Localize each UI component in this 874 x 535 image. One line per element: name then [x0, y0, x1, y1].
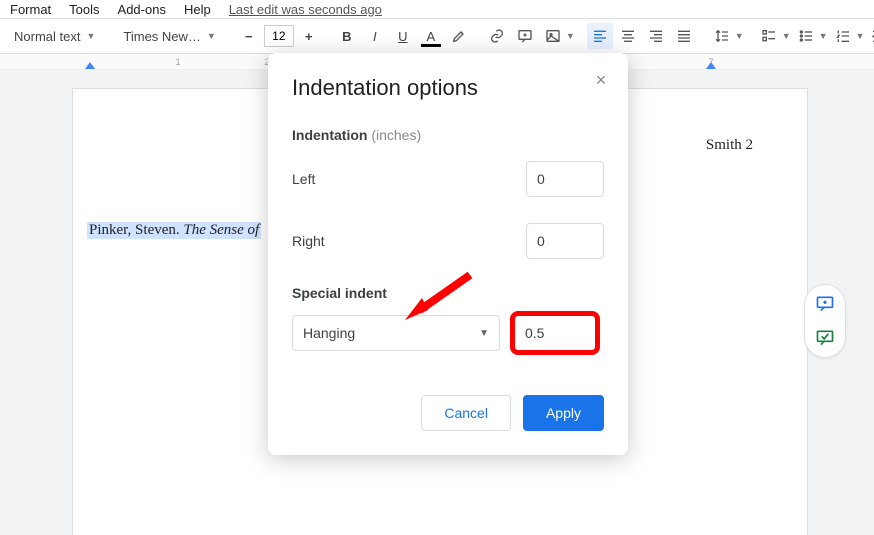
chevron-down-icon: ▼ — [207, 31, 216, 41]
checklist-button[interactable] — [756, 23, 782, 49]
align-left-button[interactable] — [587, 23, 613, 49]
close-icon: × — [596, 70, 607, 90]
chevron-down-icon[interactable]: ▼ — [819, 31, 828, 41]
numbered-list-icon — [835, 28, 851, 44]
apply-button[interactable]: Apply — [523, 395, 604, 431]
special-indent-select[interactable]: Hanging ▼ — [292, 315, 500, 351]
font-size-decrease-button[interactable]: − — [236, 23, 262, 49]
indent-marker-right[interactable] — [706, 62, 716, 69]
chevron-down-icon[interactable]: ▼ — [782, 31, 791, 41]
font-size-input[interactable] — [264, 25, 294, 47]
align-center-button[interactable] — [615, 23, 641, 49]
page-header-text[interactable]: Smith 2 — [706, 137, 753, 154]
highlight-button[interactable] — [446, 23, 472, 49]
close-button[interactable]: × — [590, 69, 612, 91]
line-spacing-icon — [714, 28, 730, 44]
indentation-section-label: Indentation (inches) — [292, 127, 604, 143]
align-left-icon — [592, 28, 608, 44]
align-right-button[interactable] — [643, 23, 669, 49]
bulleted-list-button[interactable] — [793, 23, 819, 49]
font-family-label: Times New… — [123, 29, 201, 44]
menu-format[interactable]: Format — [10, 2, 51, 17]
selected-text-line[interactable]: Pinker, Steven. The Sense of — [87, 222, 261, 239]
chevron-down-icon[interactable]: ▼ — [735, 31, 744, 41]
align-justify-button[interactable] — [671, 23, 697, 49]
decrease-indent-button[interactable] — [866, 23, 874, 49]
comment-plus-icon — [815, 294, 835, 314]
font-size-increase-button[interactable]: + — [296, 23, 322, 49]
bulleted-list-icon — [798, 28, 814, 44]
special-indent-value: Hanging — [303, 325, 355, 341]
menu-tools[interactable]: Tools — [69, 2, 99, 17]
align-center-icon — [620, 28, 636, 44]
insert-image-button[interactable] — [540, 23, 566, 49]
special-indent-label: Special indent — [292, 285, 604, 301]
add-comment-fab[interactable] — [814, 293, 836, 315]
special-indent-amount-input[interactable] — [514, 315, 596, 351]
menu-help[interactable]: Help — [184, 2, 211, 17]
add-comment-button[interactable] — [512, 23, 538, 49]
align-right-icon — [648, 28, 664, 44]
last-edit-link[interactable]: Last edit was seconds ago — [229, 2, 382, 17]
citation-author: Pinker, Steven. — [89, 222, 183, 238]
right-indent-input[interactable] — [526, 223, 604, 259]
indentation-options-dialog: × Indentation options Indentation (inche… — [268, 53, 628, 455]
app-menubar: Format Tools Add-ons Help Last edit was … — [0, 0, 874, 18]
align-justify-icon — [676, 28, 692, 44]
side-action-panel — [804, 284, 846, 358]
insert-link-button[interactable] — [484, 23, 510, 49]
chevron-down-icon[interactable]: ▼ — [856, 31, 865, 41]
line-spacing-button[interactable] — [709, 23, 735, 49]
chevron-down-icon: ▼ — [86, 31, 95, 41]
citation-title: The Sense of — [183, 222, 259, 238]
paragraph-style-label: Normal text — [14, 29, 80, 44]
indent-marker-left[interactable] — [85, 62, 95, 69]
menu-addons[interactable]: Add-ons — [118, 2, 166, 17]
toolbar: Normal text ▼ Times New… ▼ − + B I U A ▼… — [0, 18, 874, 54]
text-color-button[interactable]: A — [418, 23, 444, 49]
dialog-title: Indentation options — [292, 75, 604, 101]
cancel-button[interactable]: Cancel — [421, 395, 511, 431]
left-indent-input[interactable] — [526, 161, 604, 197]
suggest-edits-icon — [815, 328, 835, 348]
chevron-down-icon[interactable]: ▼ — [566, 31, 575, 41]
bold-button[interactable]: B — [334, 23, 360, 49]
chevron-down-icon: ▼ — [479, 328, 489, 339]
highlighter-icon — [451, 28, 467, 44]
ruler-number: 1 — [175, 57, 180, 67]
left-indent-label: Left — [292, 171, 315, 187]
italic-button[interactable]: I — [362, 23, 388, 49]
underline-button[interactable]: U — [390, 23, 416, 49]
comment-plus-icon — [517, 28, 533, 44]
paragraph-style-select[interactable]: Normal text ▼ — [6, 23, 103, 49]
suggest-edits-fab[interactable] — [814, 327, 836, 349]
checklist-icon — [761, 28, 777, 44]
image-icon — [545, 28, 561, 44]
link-icon — [489, 28, 505, 44]
numbered-list-button[interactable] — [830, 23, 856, 49]
right-indent-label: Right — [292, 233, 325, 249]
font-family-select[interactable]: Times New… ▼ — [115, 23, 223, 49]
